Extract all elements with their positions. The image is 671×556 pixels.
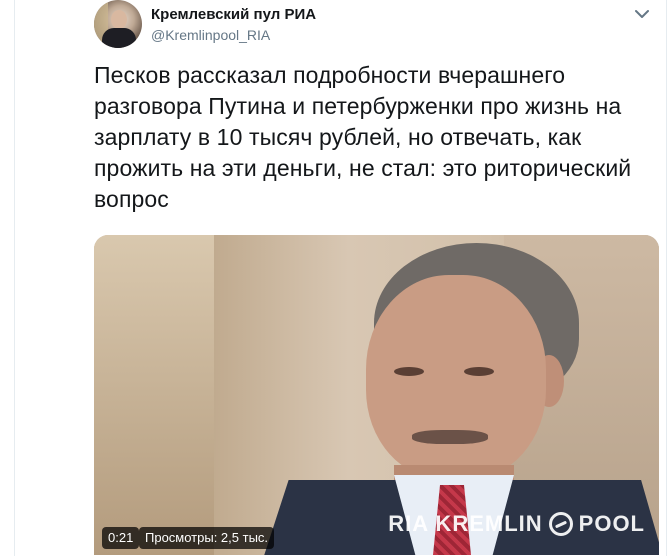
watermark-suffix: POOL xyxy=(578,511,645,536)
video-watermark: RIA KREMLIN POOL xyxy=(388,511,645,537)
person-face xyxy=(366,275,546,480)
background-door xyxy=(94,235,214,555)
watermark-text: RIA KREMLIN xyxy=(388,511,543,536)
person-eye-left xyxy=(394,367,424,376)
video-views-badge: Просмотры: 2,5 тыс. xyxy=(139,527,275,549)
video-player[interactable]: RIA KREMLIN POOL 0:21 Просмотры: 2,5 тыс… xyxy=(94,235,659,555)
avatar-head xyxy=(111,10,127,29)
person-eye-right xyxy=(464,367,494,376)
timeline-border-left xyxy=(14,0,15,556)
video-duration-badge: 0:21 xyxy=(102,527,140,549)
chevron-down-icon[interactable] xyxy=(633,5,651,23)
author-handle[interactable]: @Kremlinpool_RIA xyxy=(151,26,270,44)
author-name[interactable]: Кремлевский пул РИА xyxy=(151,5,316,25)
ria-logo-icon xyxy=(548,512,573,536)
timeline-border-right xyxy=(666,0,667,556)
avatar[interactable] xyxy=(94,0,142,48)
avatar-body xyxy=(102,28,136,48)
tweet-text: Песков рассказал подробности вчерашнего … xyxy=(94,62,632,212)
person-mustache xyxy=(412,430,488,444)
